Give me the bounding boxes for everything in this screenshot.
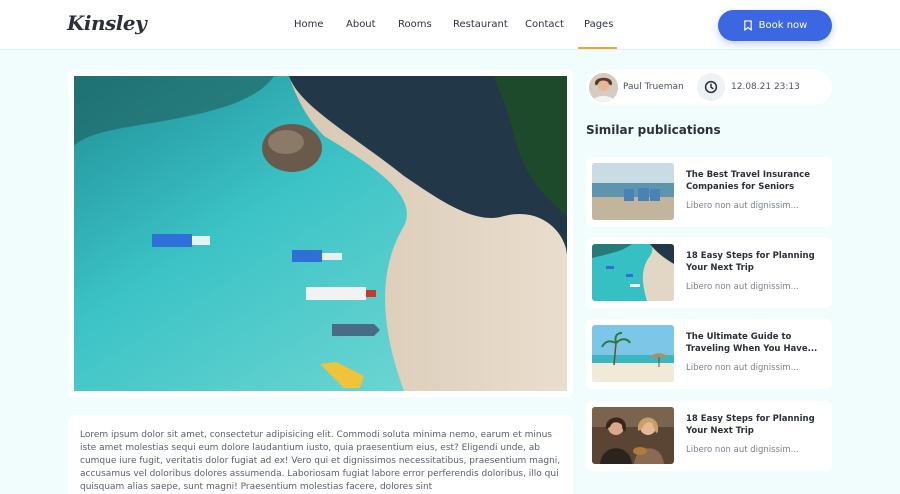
- article-body-card: Lorem ipsum dolor sit amet, consectetur …: [68, 415, 573, 494]
- author-name[interactable]: Paul Trueman: [623, 82, 684, 92]
- article-hero-card: [68, 70, 573, 397]
- nav-pages[interactable]: Pages: [584, 19, 613, 30]
- nav-home[interactable]: Home: [294, 19, 324, 30]
- publication-thumbnail[interactable]: [592, 244, 674, 301]
- book-now-button[interactable]: Book now: [718, 10, 832, 41]
- publication-excerpt: Libero non aut dignissim...: [686, 445, 799, 455]
- book-now-label: Book now: [758, 20, 808, 31]
- article-meta-card: Paul Trueman 12.08.21 23:13: [586, 70, 832, 105]
- bookmark-icon: [743, 20, 752, 31]
- nav-active-indicator: [578, 47, 617, 49]
- nav-rooms[interactable]: Rooms: [398, 19, 432, 30]
- publication-thumbnail[interactable]: [592, 325, 674, 382]
- publication-excerpt: Libero non aut dignissim...: [686, 282, 799, 292]
- publish-datetime: 12.08.21 23:13: [731, 82, 800, 92]
- nav-restaurant[interactable]: Restaurant: [453, 19, 508, 30]
- nav-contact[interactable]: Contact: [525, 19, 564, 30]
- similar-publications-heading: Similar publications: [586, 123, 721, 137]
- similar-publication-card[interactable]: 18 Easy Steps for Planning Your Next Tri…: [586, 238, 832, 308]
- article-hero-image: [74, 76, 567, 391]
- article-body-text: Lorem ipsum dolor sit amet, consectetur …: [80, 430, 561, 492]
- publication-excerpt: Libero non aut dignissim...: [686, 201, 799, 211]
- similar-publication-card[interactable]: The Ultimate Guide to Traveling When You…: [586, 319, 832, 389]
- publication-title[interactable]: 18 Easy Steps for Planning Your Next Tri…: [686, 413, 826, 437]
- publication-thumbnail[interactable]: [592, 407, 674, 464]
- publication-excerpt: Libero non aut dignissim...: [686, 363, 799, 373]
- publication-title[interactable]: The Ultimate Guide to Traveling When You…: [686, 331, 826, 355]
- similar-publication-card[interactable]: 18 Easy Steps for Planning Your Next Tri…: [586, 401, 832, 471]
- nav-about[interactable]: About: [346, 19, 376, 30]
- publication-title[interactable]: 18 Easy Steps for Planning Your Next Tri…: [686, 250, 826, 274]
- author-avatar[interactable]: [589, 73, 618, 102]
- clock-icon: [704, 80, 718, 94]
- clock-badge: [697, 73, 725, 101]
- top-navbar: Kinsley Home About Rooms Restaurant Cont…: [0, 0, 900, 50]
- publication-title[interactable]: The Best Travel Insurance Companies for …: [686, 169, 826, 193]
- similar-publication-card[interactable]: The Best Travel Insurance Companies for …: [586, 157, 832, 227]
- site-logo[interactable]: Kinsley: [67, 11, 147, 35]
- publication-thumbnail[interactable]: [592, 163, 674, 220]
